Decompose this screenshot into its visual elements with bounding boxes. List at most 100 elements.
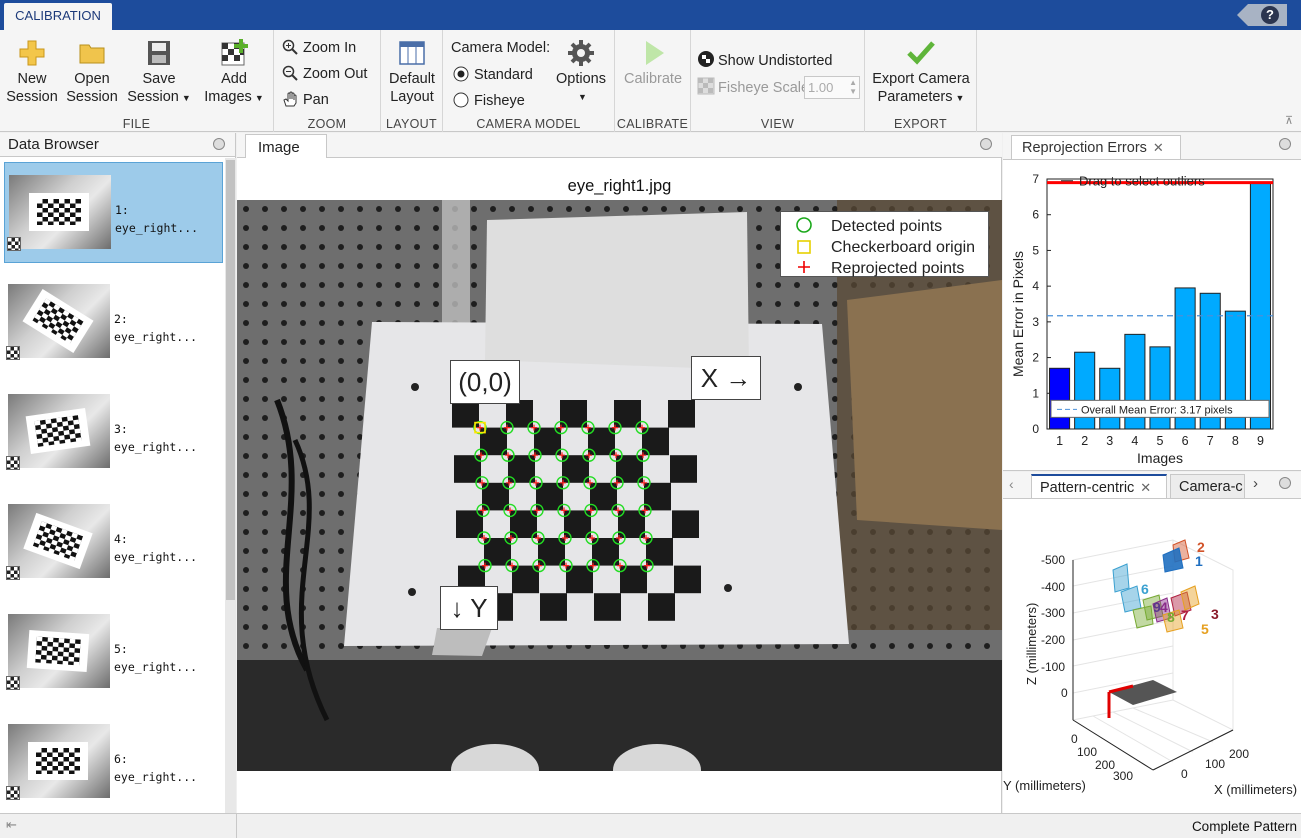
image-thumbnail-list: 1: eye_right... 2: eye_right... 3: eye_right.… [0,158,224,813]
export-label-text: Parameters [877,89,953,105]
play-icon [638,38,668,68]
x-tick-label: 2 [1081,434,1088,448]
save-session-label-1: Save [142,71,176,87]
y-tick-label: 4 [1032,279,1039,293]
default-layout-label-1: Default [389,71,435,87]
x-tick-label: 9 [1257,434,1264,448]
z-tick: -200 [1041,633,1065,647]
help-icon[interactable]: ? [1261,6,1279,24]
points-legend: Detected points Checkerboard origin Repr… [780,211,989,277]
export-parameters-button[interactable]: Export Camera Parameters ▼ [869,38,973,107]
fisheye-scale-input[interactable]: 1.00 ▲ ▼ [804,76,860,99]
image-title: eye_right1.jpg [567,177,672,195]
panel-close-icon[interactable] [980,138,992,150]
checkerboard-icon [6,566,20,580]
checkerboard-circle-icon [697,50,714,67]
dropdown-arrow-icon[interactable]: ▼ [255,93,264,103]
data-browser-title: Data Browser [8,136,99,153]
options-label: Options [556,71,606,87]
tab-scroll-left-icon[interactable]: ‹ [1009,476,1014,492]
scrollbar-thumb[interactable] [226,160,235,600]
tab-calibration[interactable]: CALIBRATION [4,3,112,30]
image-list-item[interactable]: 4: eye_right... [4,492,223,593]
reprojection-errors-panel: Reprojection Errors ✕ 0 1 2 3 4 5 6 7 1 2 3 4 5 6 7 8 9 Dr… [1003,133,1301,471]
panel-close-icon[interactable] [1279,477,1291,489]
open-session-button[interactable]: Open Session [66,38,118,106]
image-list-item[interactable]: 5: eye_right... [4,602,223,703]
dropdown-arrow-icon[interactable]: ▼ [556,88,609,106]
image-list-label: 6: eye_right... [114,750,197,786]
status-icon: ⇤ [6,817,17,832]
zoom-out-icon [282,65,298,81]
tab-camera-centric[interactable]: Camera-c [1170,474,1245,498]
layout-group-label: LAYOUT [386,117,437,131]
panel-close-icon[interactable] [1279,138,1291,150]
show-undistorted-button[interactable]: Show Undistorted [697,50,832,70]
layout-icon [397,38,427,68]
zoom-in-icon [282,39,298,55]
default-layout-button[interactable]: Default Layout [385,38,439,106]
radio-selected-icon [453,66,469,82]
image-list-item[interactable]: 6: eye_right... [4,712,223,813]
toolstrip: New Session Open Session Save Session▼ [0,30,1301,132]
add-images-button[interactable]: Add Images ▼ [200,38,268,107]
calibration-image[interactable]: (0,0) X → ↓ Y Detected points Checkerboa… [237,200,1002,771]
legend-checkerboard-origin: Checkerboard origin [831,239,976,256]
extrinsics-panel: ‹ Pattern-centric ✕ Camera-c › -500 -400… [1003,472,1301,813]
image-list-item[interactable]: 1: eye_right... [4,162,223,263]
open-session-label-1: Open [74,71,110,87]
add-images-text: Images [204,89,252,105]
standard-radio[interactable]: Standard [453,65,533,85]
camera-label: 8 [1167,609,1175,625]
panel-close-icon[interactable] [213,138,225,150]
status-divider [236,814,237,838]
zoom-in-button[interactable]: Zoom In [282,38,356,58]
reprojection-error-chart[interactable]: 0 1 2 3 4 5 6 7 1 2 3 4 5 6 7 8 9 Drag to select outliers… [1003,161,1301,469]
tab-scroll-right-icon[interactable]: › [1253,475,1258,492]
x-axis-label: X → [691,356,761,400]
close-icon[interactable]: ✕ [1140,480,1151,495]
new-session-button[interactable]: New Session [6,38,58,106]
x-tick-label: 8 [1232,434,1239,448]
dropdown-arrow-icon[interactable]: ▼ [182,93,191,103]
pan-label: Pan [303,92,329,108]
collapse-toolstrip-icon[interactable]: ⊼ [1285,114,1293,127]
image-list-item[interactable]: 2: eye_right... [4,272,223,373]
error-bar[interactable] [1249,182,1271,430]
x-axis-label: Images [1137,450,1183,466]
dropdown-arrow-icon[interactable]: ▼ [956,93,965,103]
image-list-label: 5: eye_right... [114,640,197,676]
y-tick-label: 3 [1032,315,1039,329]
tab-pattern-centric[interactable]: Pattern-centric ✕ [1031,474,1167,498]
save-session-button[interactable]: Save Session ▼ [126,38,192,107]
image-thumbnail [8,724,110,798]
zoom-out-button[interactable]: Zoom Out [282,64,367,84]
checkerboard-square [648,593,675,621]
calibrate-button[interactable]: Calibrate [621,38,685,88]
data-browser-scrollbar[interactable] [225,158,236,813]
extrinsics-header: ‹ Pattern-centric ✕ Camera-c › [1003,472,1301,499]
zoom-out-label: Zoom Out [303,66,368,82]
z-tick: 0 [1061,686,1068,700]
pattern-centric-3d-plot[interactable]: -500 -400 -300 -200 -100 0 0 100 200 300… [1003,500,1301,813]
tab-image[interactable]: Image [245,134,327,158]
new-session-label-2: Session [6,89,58,105]
close-icon[interactable]: ✕ [1153,140,1164,155]
camera-label: 7 [1181,607,1189,623]
fisheye-radio[interactable]: Fisheye [453,91,525,111]
camera-calibrator-app: CALIBRATION ? New Session Open Session S… [0,0,1301,838]
image-index: 5: [114,642,128,656]
z-tick: -100 [1041,660,1065,674]
options-button[interactable]: Options ▼ [553,38,609,106]
image-list-item[interactable]: 3: eye_right... [4,382,223,483]
y-tick-label: 6 [1032,208,1039,222]
spinner-icon[interactable]: ▲ ▼ [849,78,857,96]
error-bar[interactable] [1049,367,1071,430]
pan-button[interactable]: Pan [282,90,329,110]
tab-reprojection-errors[interactable]: Reprojection Errors ✕ [1011,135,1181,159]
checkerboard-icon [7,237,21,251]
error-bar[interactable] [1099,367,1121,430]
legend-detected-points: Detected points [831,218,943,235]
image-name: eye_right... [114,550,198,564]
layout-group: Default Layout LAYOUT [381,30,443,132]
